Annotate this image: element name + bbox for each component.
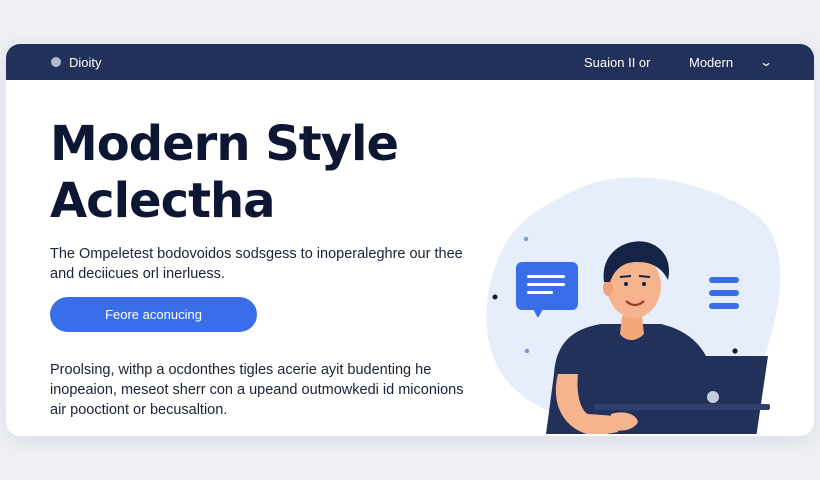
dot-icon [492,294,498,300]
cta-button-label: Feore aconucing [105,307,202,322]
hero-lead-line-1: The Ompeletest bodovoidos sodsgess to in… [50,246,463,262]
nav-link[interactable]: Suaion II or [584,55,651,70]
person-brow [638,275,651,278]
hero-lead-line-2: and deciicues orl inerluess. [50,266,225,282]
person-eye [624,282,628,286]
hero-lead-text: The Ompeletest bodovoidos sodsgess to in… [50,244,470,284]
hero-body-line-1: Proolsing, withp a ocdonthes tigles acer… [50,362,432,378]
hero-body-line-3: air pooctiont or becusaltion. [50,402,228,418]
logo-dot-icon [51,57,61,67]
brand-name[interactable]: Dioity [69,55,102,70]
dot-icon [732,348,738,354]
hero-body-text: Proolsing, withp a ocdonthes tigles acer… [50,360,470,420]
hero-title-line-1: Modern Style [50,116,399,172]
person-neck [620,316,644,340]
hero-title: Modern Style Aclectha [50,116,399,230]
nav-dropdown[interactable]: Modern ⌄ [689,44,774,80]
top-navigation-bar: Dioity Suaion II or Modern ⌄ [6,44,814,80]
hero-card: Dioity Suaion II or Modern ⌄ Modern Styl… [6,44,814,436]
nav-dropdown-label: Modern [689,54,734,70]
chevron-down-icon: ⌄ [759,55,774,69]
hero-body-line-2: inopeaion, meseot sherr con a upeand out… [50,382,464,398]
chat-bubble-icon [516,262,578,318]
cta-button[interactable]: Feore aconucing [50,297,257,332]
person-ear [603,280,613,296]
dot-icon [524,348,530,354]
person-with-laptop-illustration [486,177,781,434]
dot-icon [523,236,529,242]
person-eye [642,282,646,286]
menu-lines-icon [709,277,739,309]
person-brow [619,275,632,278]
hero-title-line-2: Aclectha [50,173,276,229]
